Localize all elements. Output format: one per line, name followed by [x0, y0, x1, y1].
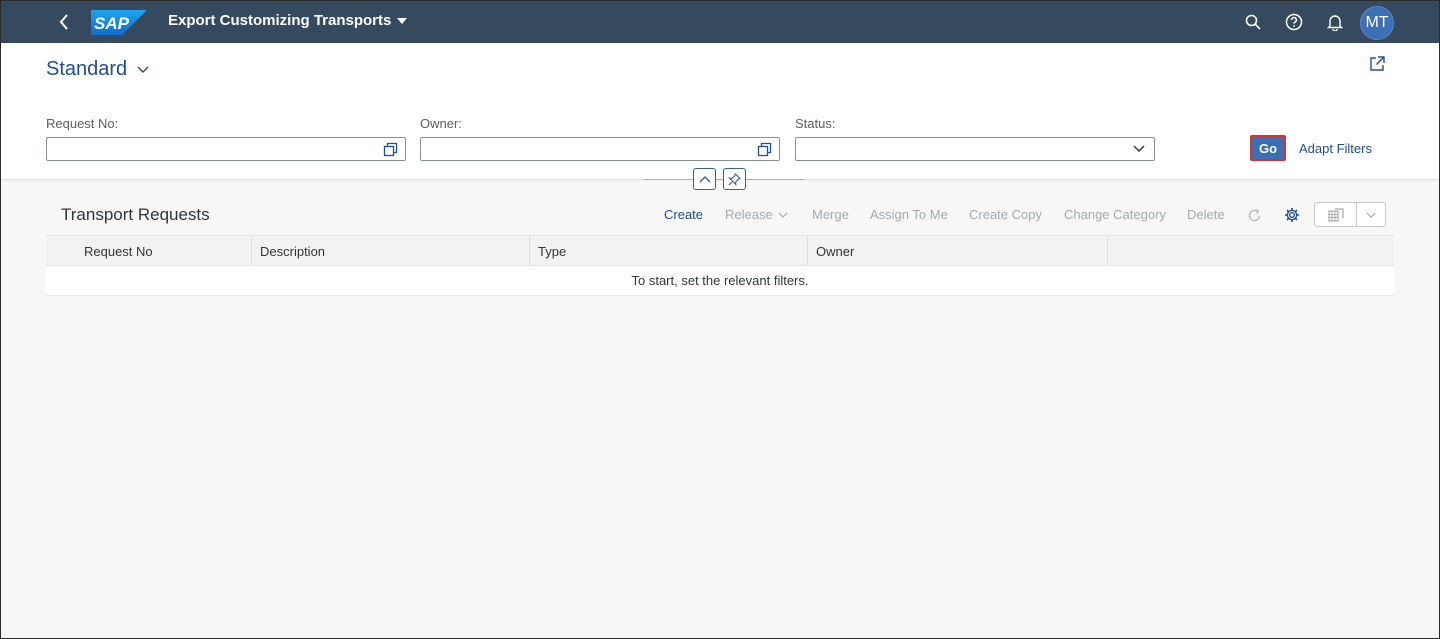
request-no-input[interactable] [46, 137, 406, 161]
search-icon [1245, 14, 1261, 30]
settings-icon [1285, 208, 1299, 222]
chevron-down-icon [137, 66, 149, 73]
chevron-down-icon [778, 212, 788, 218]
search-button[interactable] [1242, 11, 1264, 33]
request-no-label: Request No: [46, 116, 119, 131]
variant-name: Standard [46, 58, 128, 80]
help-icon [1285, 13, 1303, 31]
column-header-description[interactable]: Description [260, 236, 325, 266]
release-button[interactable]: Release [725, 207, 788, 222]
avatar-initials: MT [1365, 14, 1389, 31]
status-label: Status: [795, 116, 836, 131]
owner-label: Owner: [420, 116, 462, 131]
value-help-icon[interactable] [383, 142, 398, 157]
pin-header-button[interactable] [723, 168, 746, 190]
variant-management[interactable]: Standard [46, 58, 149, 81]
bell-icon [1327, 14, 1343, 31]
transport-requests-table: Request No Description Type Owner To sta… [46, 235, 1394, 296]
column-header-owner[interactable]: Owner [816, 236, 854, 266]
no-data-row: To start, set the relevant filters. [46, 266, 1394, 296]
sap-logo[interactable]: SAP [91, 10, 147, 35]
user-avatar[interactable]: MT [1360, 6, 1394, 40]
refresh-icon [1248, 208, 1260, 221]
column-header-request-no[interactable]: Request No [84, 236, 153, 266]
share-icon [1370, 56, 1385, 71]
app-title-menu[interactable]: Export Customizing Transports [168, 12, 408, 29]
delete-button[interactable]: Delete [1187, 207, 1225, 222]
table-title: Transport Requests [61, 205, 210, 224]
release-label: Release [725, 207, 773, 222]
caret-down-icon [397, 17, 408, 24]
owner-input[interactable] [420, 137, 780, 161]
change-category-button[interactable]: Change Category [1064, 207, 1166, 222]
create-copy-button[interactable]: Create Copy [969, 207, 1042, 222]
export-button-group [1314, 202, 1386, 227]
value-help-icon[interactable] [757, 142, 772, 157]
assign-to-me-button[interactable]: Assign To Me [870, 207, 948, 222]
table-header-row: Request No Description Type Owner [46, 235, 1394, 266]
column-header-type[interactable]: Type [538, 236, 566, 266]
export-menu-button[interactable] [1357, 203, 1385, 226]
shell-bar: SAP Export Customizing Transports MT [0, 0, 1440, 43]
adapt-filters-button[interactable]: Adapt Filters [1299, 141, 1372, 156]
back-button[interactable] [50, 8, 78, 36]
notifications-button[interactable] [1324, 11, 1346, 33]
no-data-text: To start, set the relevant filters. [631, 273, 809, 288]
refresh-button[interactable] [1244, 205, 1264, 225]
chevron-down-icon[interactable] [1133, 145, 1145, 153]
sap-logo-text: SAP [94, 14, 130, 33]
share-button[interactable] [1368, 55, 1386, 78]
back-icon [59, 14, 68, 30]
status-select[interactable] [795, 137, 1155, 161]
filter-bar: Standard Request No: Owner: Status: Go A… [1, 43, 1439, 179]
pin-icon [728, 172, 741, 186]
create-button[interactable]: Create [664, 207, 703, 222]
merge-button[interactable]: Merge [812, 207, 849, 222]
app-title: Export Customizing Transports [168, 12, 392, 29]
export-icon [1327, 207, 1344, 222]
chevron-down-icon [1366, 212, 1376, 218]
table-settings-button[interactable] [1282, 205, 1302, 225]
go-button[interactable]: Go [1250, 135, 1286, 161]
help-button[interactable] [1283, 11, 1305, 33]
collapse-up-icon [699, 176, 710, 183]
export-button[interactable] [1315, 203, 1357, 226]
collapse-header-button[interactable] [693, 168, 716, 190]
